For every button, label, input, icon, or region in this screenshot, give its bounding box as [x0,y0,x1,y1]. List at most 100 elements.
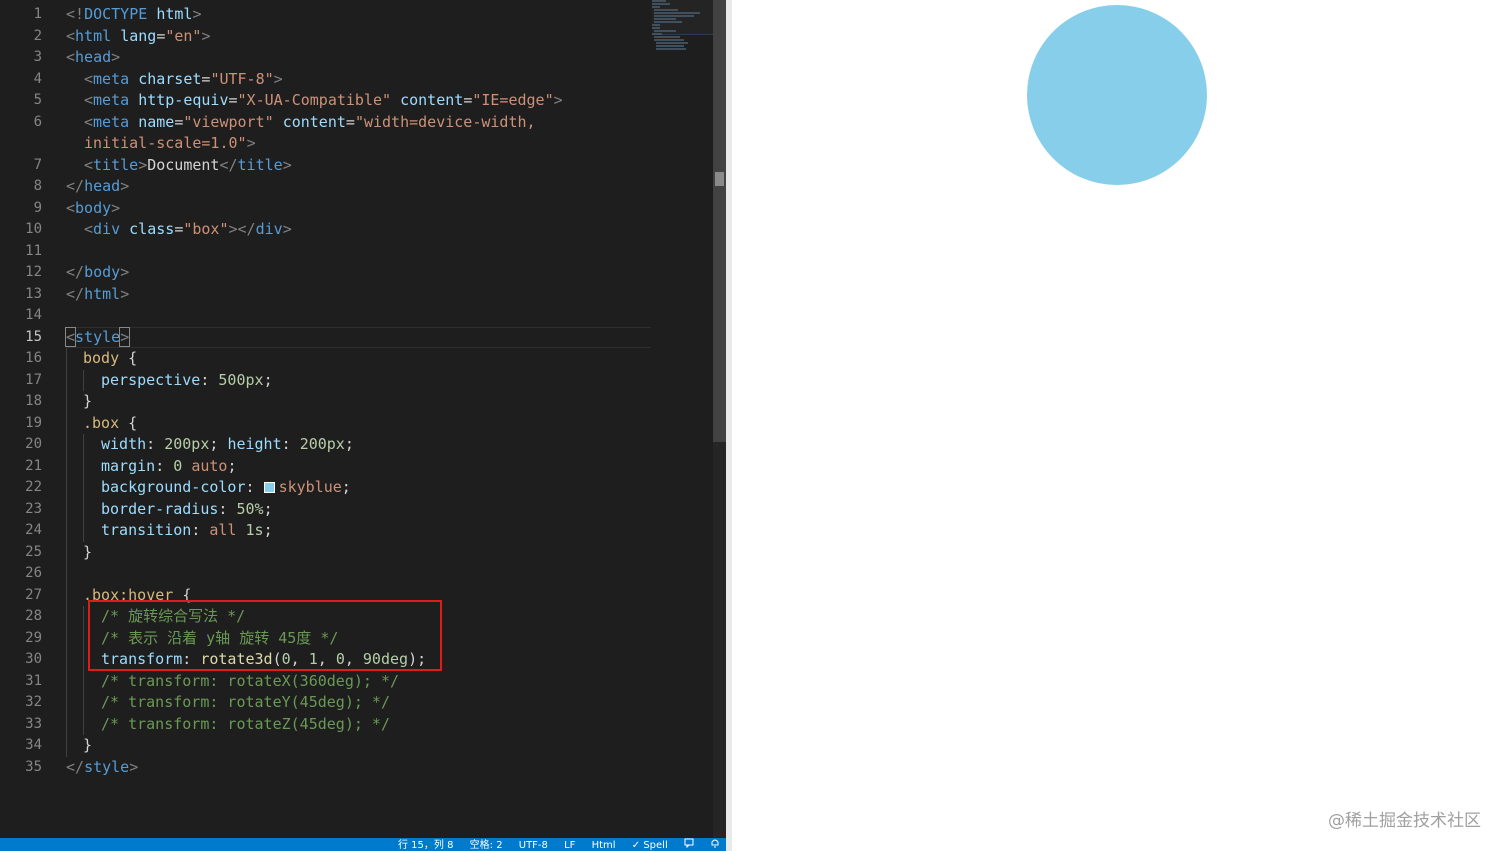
code-line[interactable]: /* transform: rotateY(45deg); */ [66,692,651,714]
code-line[interactable]: } [66,735,651,757]
feedback-icon[interactable] [684,838,694,851]
code-line[interactable]: <meta charset="UTF-8"> [66,69,651,91]
code-line[interactable]: } [66,391,651,413]
token: </ [66,263,85,281]
browser-preview [732,0,1512,851]
code-line[interactable]: transform: rotate3d(0, 1, 0, 90deg); [66,649,651,671]
line-number: 13 [25,285,42,302]
token: = [345,112,355,131]
line-number: 17 [25,371,42,388]
token: > [120,284,130,303]
code-line-wrap[interactable]: initial-scale=1.0"> [66,133,651,155]
code-line[interactable]: </body> [66,262,651,284]
code-line[interactable]: <title>Document</title> [66,155,651,177]
token: { [173,585,192,604]
code-line[interactable]: <!DOCTYPE html> [66,4,651,26]
notification-bell-icon[interactable] [710,838,720,851]
token: transition [101,521,192,539]
indent-guide [66,541,67,563]
minimap-line [656,48,686,50]
minimap-line [652,0,666,2]
line-number: 31 [25,672,42,689]
comment: /* transform: rotateY(45deg); */ [101,693,390,711]
token: head [84,177,121,195]
line-number: 28 [25,608,42,624]
token: class [129,220,175,238]
token: </ [66,284,85,303]
token: lang [120,26,157,45]
code-line[interactable]: background-color: skyblue; [66,477,651,499]
code-line[interactable]: perspective: 500px; [66,369,651,391]
code-line-empty[interactable] [66,305,651,327]
line-number: 35 [25,758,42,775]
token: : [146,435,165,453]
minimap-line [654,12,700,14]
status-eol[interactable]: LF [564,839,575,851]
token: body [84,263,121,281]
token: charset [138,69,202,88]
code-editor[interactable]: 1 2 3 4 5 6 7 8 9 10 11 12 13 14 15 16 1… [0,0,726,851]
token: ; [263,521,273,539]
status-spell[interactable]: ✓ Spell [632,839,668,851]
token: all [209,521,237,539]
code-line[interactable]: width: 200px; height: 200px; [66,434,651,456]
token: name [138,112,175,131]
code-line[interactable]: <html lang="en"> [66,26,651,48]
code-line[interactable]: </head> [66,176,651,198]
code-area[interactable]: <!DOCTYPE html> <html lang="en"> <head> … [64,4,651,779]
minimap-line [652,24,660,26]
status-encoding[interactable]: UTF-8 [519,839,548,851]
code-line-empty[interactable] [66,563,651,585]
code-line[interactable]: } [66,541,651,563]
line-number: 1 [33,6,42,22]
code-line-empty[interactable] [66,241,651,263]
minimap-line [652,27,660,29]
token: ; [263,370,273,389]
line-number: 21 [25,457,42,474]
code-line[interactable]: /* transform: rotateX(360deg); */ [66,670,651,692]
code-line[interactable]: /* transform: rotateZ(45deg); */ [66,713,651,735]
code-line[interactable]: /* 旋转综合写法 */ [66,606,651,628]
minimap-line [656,42,688,44]
line-number: 24 [25,522,42,538]
status-cursor-position[interactable]: 行 15，列 8 [398,839,453,851]
code-line[interactable]: body { [66,348,651,370]
code-line[interactable]: /* 表示 沿着 y轴 旋转 45度 */ [66,627,651,649]
code-line[interactable]: <meta http-equiv="X-UA-Compatible" conte… [66,90,651,112]
status-indentation[interactable]: 空格: 2 [470,839,503,851]
token: </ [66,177,85,195]
indent-guide [66,498,67,520]
token: margin [101,456,156,475]
code-line[interactable]: <head> [66,47,651,69]
code-line[interactable]: </html> [66,284,651,306]
box-element[interactable] [1027,5,1207,185]
indent-guide [83,369,84,391]
token: meta [93,91,130,109]
token: 1s [245,521,264,539]
status-language[interactable]: Html [592,839,616,851]
indent-guide [83,692,84,714]
code-line[interactable]: border-radius: 50%; [66,498,651,520]
vertical-scrollbar[interactable] [713,0,726,838]
code-line[interactable]: <meta name="viewport" content="width=dev… [66,112,651,134]
code-line[interactable]: margin: 0 auto; [66,455,651,477]
token: head [75,48,112,66]
code-line[interactable]: .box { [66,412,651,434]
code-line[interactable]: </style> [66,757,651,779]
code-line[interactable]: <body> [66,198,651,220]
indent-guide [66,627,67,649]
token: } [83,736,93,754]
code-line[interactable]: .box:hover { [66,584,651,606]
code-line-current[interactable]: <style> [64,326,651,348]
token: > [282,220,292,238]
code-line[interactable]: transition: all 1s; [66,520,651,542]
token: style [84,757,130,776]
code-line[interactable]: <div class="box"></div> [66,219,651,241]
token: > [553,91,563,109]
scrollbar-thumb[interactable] [713,0,726,442]
indent-guide [66,670,67,692]
color-swatch[interactable] [263,482,275,493]
minimap[interactable] [652,0,712,70]
token: > [282,155,292,174]
token: > [138,155,148,174]
